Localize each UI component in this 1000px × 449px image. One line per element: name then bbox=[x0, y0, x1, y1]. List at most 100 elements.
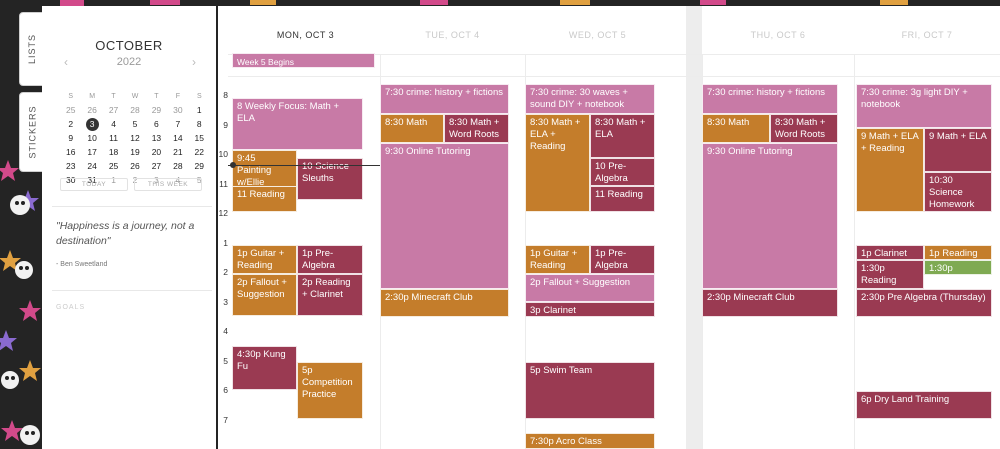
event-wed-swim[interactable]: 5p Swim Team bbox=[525, 362, 655, 419]
calendar-day[interactable]: 25 bbox=[103, 160, 124, 173]
day-header-mon[interactable]: MON, OCT 3 bbox=[228, 30, 383, 40]
this-week-button[interactable]: THIS WEEK bbox=[134, 178, 202, 191]
event-mon-prealgebra[interactable]: 1p Pre-Algebra bbox=[297, 245, 363, 274]
event-fri-crime[interactable]: 7:30 crime: 3g light DIY + notebook bbox=[856, 84, 992, 128]
event-fri-dry-land[interactable]: 6p Dry Land Training bbox=[856, 391, 992, 419]
calendar-day[interactable]: 13 bbox=[146, 132, 167, 145]
event-mon-reading-clarinet[interactable]: 2p Reading + Clarinet bbox=[297, 274, 363, 316]
event-fri-math-ela-reading[interactable]: 9 Math + ELA + Reading bbox=[856, 128, 924, 212]
calendar-day[interactable]: 22 bbox=[189, 146, 210, 159]
allday-event[interactable]: Week 5 Begins bbox=[232, 53, 375, 68]
event-mon-fallout[interactable]: 2p Fallout + Suggestion bbox=[232, 274, 297, 316]
event-fri-reading[interactable]: 1p Reading bbox=[924, 245, 992, 260]
calendar-day[interactable]: 20 bbox=[146, 146, 167, 159]
calendar-day[interactable]: 9 bbox=[60, 132, 81, 145]
mini-calendar-year: 2022 bbox=[116, 56, 142, 68]
event-wed-guitar[interactable]: 1p Guitar + Reading bbox=[525, 245, 590, 274]
event-wed-math-ela-reading[interactable]: 8:30 Math + ELA + Reading bbox=[525, 114, 590, 212]
hour-label: 11 bbox=[219, 178, 228, 189]
today-button[interactable]: TODAY bbox=[60, 178, 128, 191]
event-thu-minecraft[interactable]: 2:30p Minecraft Club bbox=[702, 289, 838, 317]
event-wed-prealgebra[interactable]: 10 Pre-Algebra bbox=[590, 158, 655, 186]
hour-label: 6 bbox=[223, 385, 228, 395]
event-thu-crime[interactable]: 7:30 crime: history + fictions bbox=[702, 84, 838, 114]
event-wed-clarinet[interactable]: 3p Clarinet bbox=[525, 302, 655, 317]
calendar-day[interactable]: 10 bbox=[81, 132, 102, 145]
hour-label: 3 bbox=[223, 296, 228, 307]
calendar-day[interactable]: 26 bbox=[81, 104, 102, 117]
calendar-day[interactable]: 11 bbox=[103, 132, 124, 145]
event-thu-math-roots[interactable]: 8:30 Math + Word Roots bbox=[770, 114, 838, 143]
event-wed-math-ela[interactable]: 8:30 Math + ELA bbox=[590, 114, 655, 158]
event-wed-crime[interactable]: 7:30 crime: 30 waves + sound DIY + noteb… bbox=[525, 84, 655, 114]
calendar-day[interactable]: 16 bbox=[60, 146, 81, 159]
day-header-wed[interactable]: WED, OCT 5 bbox=[525, 30, 670, 40]
event-mon-kungfu[interactable]: 4:30p Kung Fu bbox=[232, 346, 297, 390]
calendar-day[interactable]: 23 bbox=[60, 160, 81, 173]
day-header-fri[interactable]: FRI, OCT 7 bbox=[854, 30, 1000, 40]
weekday-label: T bbox=[154, 93, 159, 100]
calendar-day[interactable]: 28 bbox=[124, 104, 145, 117]
calendar-day[interactable]: 3 bbox=[85, 118, 99, 131]
event-wed-prealgebra-pm[interactable]: 1p Pre-Algebra bbox=[590, 245, 655, 274]
hour-label: 12 bbox=[218, 208, 228, 218]
event-tue-crime[interactable]: 7:30 crime: history + fictions bbox=[380, 84, 509, 114]
event-fri-presets[interactable]: 1:30p Presets bbox=[924, 260, 992, 275]
event-wed-reading[interactable]: 11 Reading bbox=[590, 186, 655, 212]
event-fri-prealgebra[interactable]: 2:30p Pre Algebra (Thursday) bbox=[856, 289, 992, 317]
weekday-label: W bbox=[131, 93, 139, 100]
event-mon-focus[interactable]: 8 Weekly Focus: Math + ELA bbox=[232, 98, 363, 150]
event-thu-math[interactable]: 8:30 Math bbox=[702, 114, 770, 143]
hour-label: 9 bbox=[223, 119, 228, 130]
goals-label[interactable]: GOALS bbox=[56, 304, 85, 311]
calendar-day[interactable]: 17 bbox=[81, 146, 102, 159]
calendar-day[interactable]: 25 bbox=[60, 104, 81, 117]
calendar-day[interactable]: 7 bbox=[167, 118, 188, 131]
calendar-day[interactable]: 26 bbox=[124, 160, 145, 173]
event-fri-reading-130[interactable]: 1:30p Reading bbox=[856, 260, 924, 289]
calendar-day[interactable]: 14 bbox=[167, 132, 188, 145]
event-fri-clarinet[interactable]: 1p Clarinet bbox=[856, 245, 924, 260]
calendar-day[interactable]: 2 bbox=[60, 118, 81, 131]
day-header-thu[interactable]: THU, OCT 6 bbox=[702, 30, 854, 40]
calendar-day[interactable]: 12 bbox=[124, 132, 145, 145]
calendar-day[interactable]: 21 bbox=[167, 146, 188, 159]
calendar-day[interactable]: 15 bbox=[189, 132, 210, 145]
calendar-day[interactable]: 27 bbox=[146, 160, 167, 173]
calendar-day[interactable]: 29 bbox=[146, 104, 167, 117]
event-tue-tutoring[interactable]: 9:30 Online Tutoring bbox=[380, 143, 509, 289]
tab-lists-label: LISTS bbox=[27, 33, 38, 65]
calendar-day[interactable]: 5 bbox=[124, 118, 145, 131]
calendar-day[interactable]: 18 bbox=[103, 146, 124, 159]
weekday-label: S bbox=[196, 93, 202, 100]
calendar-day[interactable]: 30 bbox=[167, 104, 188, 117]
event-mon-reading[interactable]: 11 Reading bbox=[232, 186, 297, 212]
weekday-label: F bbox=[175, 93, 180, 100]
calendar-day[interactable]: 6 bbox=[146, 118, 167, 131]
next-month-icon[interactable]: › bbox=[192, 55, 196, 69]
event-fri-science-homework[interactable]: 10:30 Science Homework bbox=[924, 172, 992, 212]
event-wed-fallout[interactable]: 2p Fallout + Suggestion bbox=[525, 274, 655, 302]
event-tue-math-roots[interactable]: 8:30 Math + Word Roots bbox=[444, 114, 509, 143]
calendar-day[interactable]: 8 bbox=[189, 118, 210, 131]
event-thu-tutoring[interactable]: 9:30 Online Tutoring bbox=[702, 143, 838, 289]
day-header-tue[interactable]: TUE, OCT 4 bbox=[380, 30, 525, 40]
event-fri-math-ela[interactable]: 9 Math + ELA bbox=[924, 128, 992, 172]
calendar-day[interactable]: 27 bbox=[103, 104, 124, 117]
allday-separator bbox=[228, 76, 1000, 77]
event-mon-guitar[interactable]: 1p Guitar + Reading bbox=[232, 245, 297, 274]
sidebar: OCTOBER ‹ 2022 › S M T W T F S 25 26 27 28 29 30 1 2 3 4… bbox=[42, 6, 216, 449]
event-tue-minecraft[interactable]: 2:30p Minecraft Club bbox=[380, 289, 509, 317]
calendar-day[interactable]: 1 bbox=[189, 104, 210, 117]
calendar-day[interactable]: 28 bbox=[167, 160, 188, 173]
week-view: MON, OCT 3 TUE, OCT 4 WED, OCT 5 THU, OC… bbox=[218, 6, 1000, 449]
calendar-day[interactable]: 19 bbox=[124, 146, 145, 159]
event-mon-competition[interactable]: 5p Competition Practice bbox=[297, 362, 363, 419]
calendar-day[interactable]: 29 bbox=[189, 160, 210, 173]
calendar-day[interactable]: 4 bbox=[103, 118, 124, 131]
event-wed-acro[interactable]: 7:30p Acro Class bbox=[525, 433, 655, 449]
calendar-day[interactable]: 24 bbox=[81, 160, 102, 173]
day-divider bbox=[854, 54, 855, 449]
event-tue-math[interactable]: 8:30 Math bbox=[380, 114, 444, 143]
weekday-label: S bbox=[68, 93, 74, 100]
